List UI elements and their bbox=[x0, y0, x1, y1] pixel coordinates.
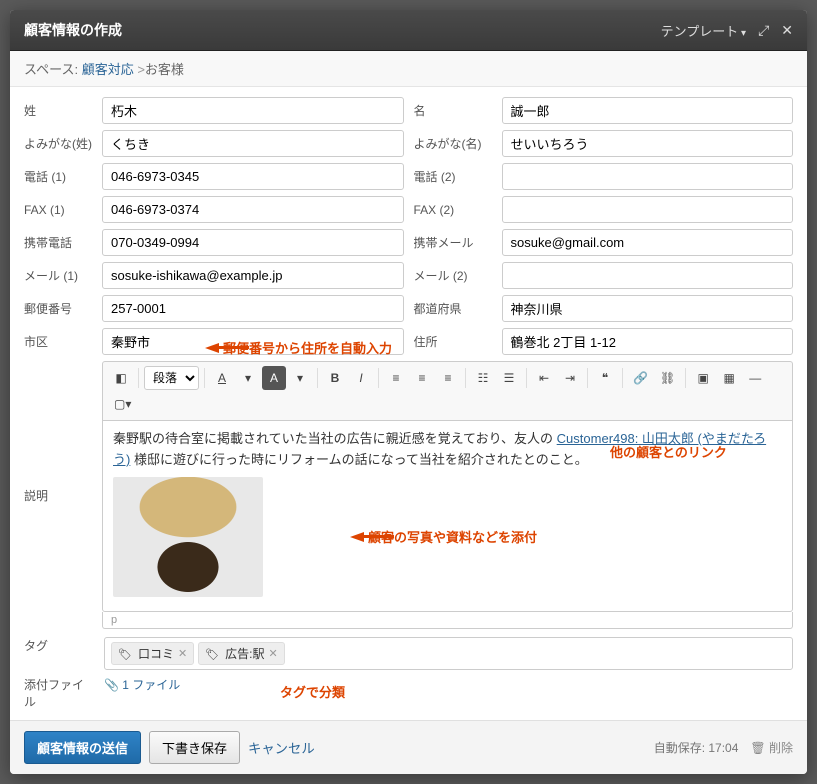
editor-path: p bbox=[102, 612, 793, 629]
label-tel1: 電話 (1) bbox=[24, 168, 94, 185]
label-tags: タグ bbox=[24, 637, 94, 670]
modal: 顧客情報の作成 テンプレート ⤢ ✕ スペース: 顧客対応 >お客様 姓 名 よ… bbox=[10, 10, 807, 774]
tag-item: 広告:駅✕ bbox=[198, 642, 285, 665]
input-city[interactable] bbox=[102, 328, 404, 355]
submit-button[interactable]: 顧客情報の送信 bbox=[24, 731, 141, 764]
input-mail2[interactable] bbox=[502, 262, 794, 289]
label-zip: 郵便番号 bbox=[24, 300, 94, 317]
close-icon[interactable]: ✕ bbox=[781, 22, 793, 39]
tag-item: 口コミ✕ bbox=[111, 642, 194, 665]
breadcrumb-prefix: スペース: bbox=[24, 62, 78, 77]
label-tel2: 電話 (2) bbox=[414, 168, 494, 185]
ordered-list-icon[interactable]: ☷ bbox=[471, 366, 495, 390]
header-actions: テンプレート ⤢ ✕ bbox=[661, 21, 793, 40]
label-mail2: メール (2) bbox=[414, 267, 494, 284]
label-attach: 添付ファイル bbox=[24, 676, 94, 710]
label-desc: 説明 bbox=[24, 487, 94, 504]
align-right-icon[interactable]: ≡ bbox=[436, 366, 460, 390]
label-fax2: FAX (2) bbox=[414, 203, 494, 217]
indent-icon[interactable]: ⇥ bbox=[558, 366, 582, 390]
input-mei[interactable] bbox=[502, 97, 794, 124]
link-icon[interactable]: 🔗 bbox=[628, 366, 653, 390]
outdent-icon[interactable]: ⇤ bbox=[532, 366, 556, 390]
image-icon[interactable]: ▣ bbox=[691, 366, 715, 390]
tag-remove-icon[interactable]: ✕ bbox=[178, 647, 187, 660]
label-yomi-mei: よみがな(名) bbox=[414, 135, 494, 152]
input-mobile[interactable] bbox=[102, 229, 404, 256]
input-mail1[interactable] bbox=[102, 262, 404, 289]
embed-icon[interactable]: ▢▾ bbox=[109, 392, 136, 416]
editor-text1: 秦野駅の待合室に掲載されていた当社の広告に親近感を覚えており、友人の bbox=[113, 431, 557, 446]
hr-icon[interactable]: — bbox=[743, 366, 767, 390]
color-dropdown-icon[interactable]: ▾ bbox=[236, 366, 260, 390]
autosave-text: 自動保存: 17:04 bbox=[654, 739, 739, 756]
breadcrumb-space[interactable]: 顧客対応 bbox=[82, 62, 134, 77]
label-addr: 住所 bbox=[414, 333, 494, 350]
input-yomi-sei[interactable] bbox=[102, 130, 404, 157]
label-city: 市区 bbox=[24, 333, 94, 350]
source-button-icon[interactable]: ◧ bbox=[109, 366, 133, 390]
label-yomi-sei: よみがな(姓) bbox=[24, 135, 94, 152]
label-sei: 姓 bbox=[24, 102, 94, 119]
italic-icon[interactable]: I bbox=[349, 366, 373, 390]
label-mei: 名 bbox=[414, 102, 494, 119]
input-tel2[interactable] bbox=[502, 163, 794, 190]
modal-header: 顧客情報の作成 テンプレート ⤢ ✕ bbox=[10, 10, 807, 51]
attachment-link[interactable]: 📎 1 ファイル bbox=[104, 676, 180, 710]
input-mobile-mail[interactable] bbox=[502, 229, 794, 256]
input-sei[interactable] bbox=[102, 97, 404, 124]
breadcrumb-page: お客様 bbox=[145, 62, 184, 77]
breadcrumb: スペース: 顧客対応 >お客様 bbox=[10, 51, 807, 87]
quote-icon[interactable]: ❝ bbox=[593, 366, 617, 390]
tags-input[interactable]: 口コミ✕ 広告:駅✕ bbox=[104, 637, 793, 670]
text-color-icon[interactable]: A bbox=[210, 366, 234, 390]
editor-text2: 様邸に遊びに行った時にリフォームの話になって当社を紹介されたとのこと。 bbox=[130, 452, 587, 467]
input-pref[interactable] bbox=[502, 295, 794, 322]
bold-icon[interactable]: B bbox=[323, 366, 347, 390]
align-center-icon[interactable]: ≡ bbox=[410, 366, 434, 390]
modal-title: 顧客情報の作成 bbox=[24, 20, 122, 40]
unlink-icon[interactable]: ⛓ bbox=[655, 366, 680, 390]
expand-icon[interactable]: ⤢ bbox=[758, 22, 769, 39]
draft-button[interactable]: 下書き保存 bbox=[149, 731, 240, 764]
form: 姓 名 よみがな(姓) よみがな(名) 電話 (1) 電話 (2) FAX (1… bbox=[10, 87, 807, 720]
input-fax1[interactable] bbox=[102, 196, 404, 223]
tag-remove-icon[interactable]: ✕ bbox=[269, 647, 278, 660]
cancel-button[interactable]: キャンセル bbox=[248, 738, 315, 757]
label-mail1: メール (1) bbox=[24, 267, 94, 284]
align-left-icon[interactable]: ≡ bbox=[384, 366, 408, 390]
input-zip[interactable] bbox=[102, 295, 404, 322]
label-pref: 都道府県 bbox=[414, 300, 494, 317]
tag-icon bbox=[205, 647, 221, 661]
label-mobile: 携帯電話 bbox=[24, 234, 94, 251]
bg-dropdown-icon[interactable]: ▾ bbox=[288, 366, 312, 390]
editor-toolbar: ◧ 段落 A ▾ A ▾ B I ≡ ≡ ≡ ☷ bbox=[102, 361, 793, 420]
bg-color-icon[interactable]: A bbox=[262, 366, 286, 390]
footer: 顧客情報の送信 下書き保存 キャンセル 自動保存: 17:04 🗑 削除 bbox=[10, 720, 807, 774]
label-mobile-mail: 携帯メール bbox=[414, 234, 494, 251]
paragraph-select[interactable]: 段落 bbox=[144, 366, 199, 390]
input-yomi-mei[interactable] bbox=[502, 130, 794, 157]
tag-icon bbox=[118, 647, 134, 661]
input-addr[interactable] bbox=[502, 328, 794, 355]
breadcrumb-sep: > bbox=[137, 62, 145, 77]
label-fax1: FAX (1) bbox=[24, 203, 94, 217]
unordered-list-icon[interactable]: ☰ bbox=[497, 366, 521, 390]
template-dropdown[interactable]: テンプレート bbox=[661, 21, 746, 40]
editor-content[interactable]: 秦野駅の待合室に掲載されていた当社の広告に親近感を覚えており、友人の Custo… bbox=[102, 420, 793, 612]
delete-button[interactable]: 🗑 削除 bbox=[750, 739, 793, 756]
input-fax2[interactable] bbox=[502, 196, 794, 223]
input-tel1[interactable] bbox=[102, 163, 404, 190]
attached-photo[interactable] bbox=[113, 477, 263, 597]
table-icon[interactable]: ▦ bbox=[717, 366, 741, 390]
